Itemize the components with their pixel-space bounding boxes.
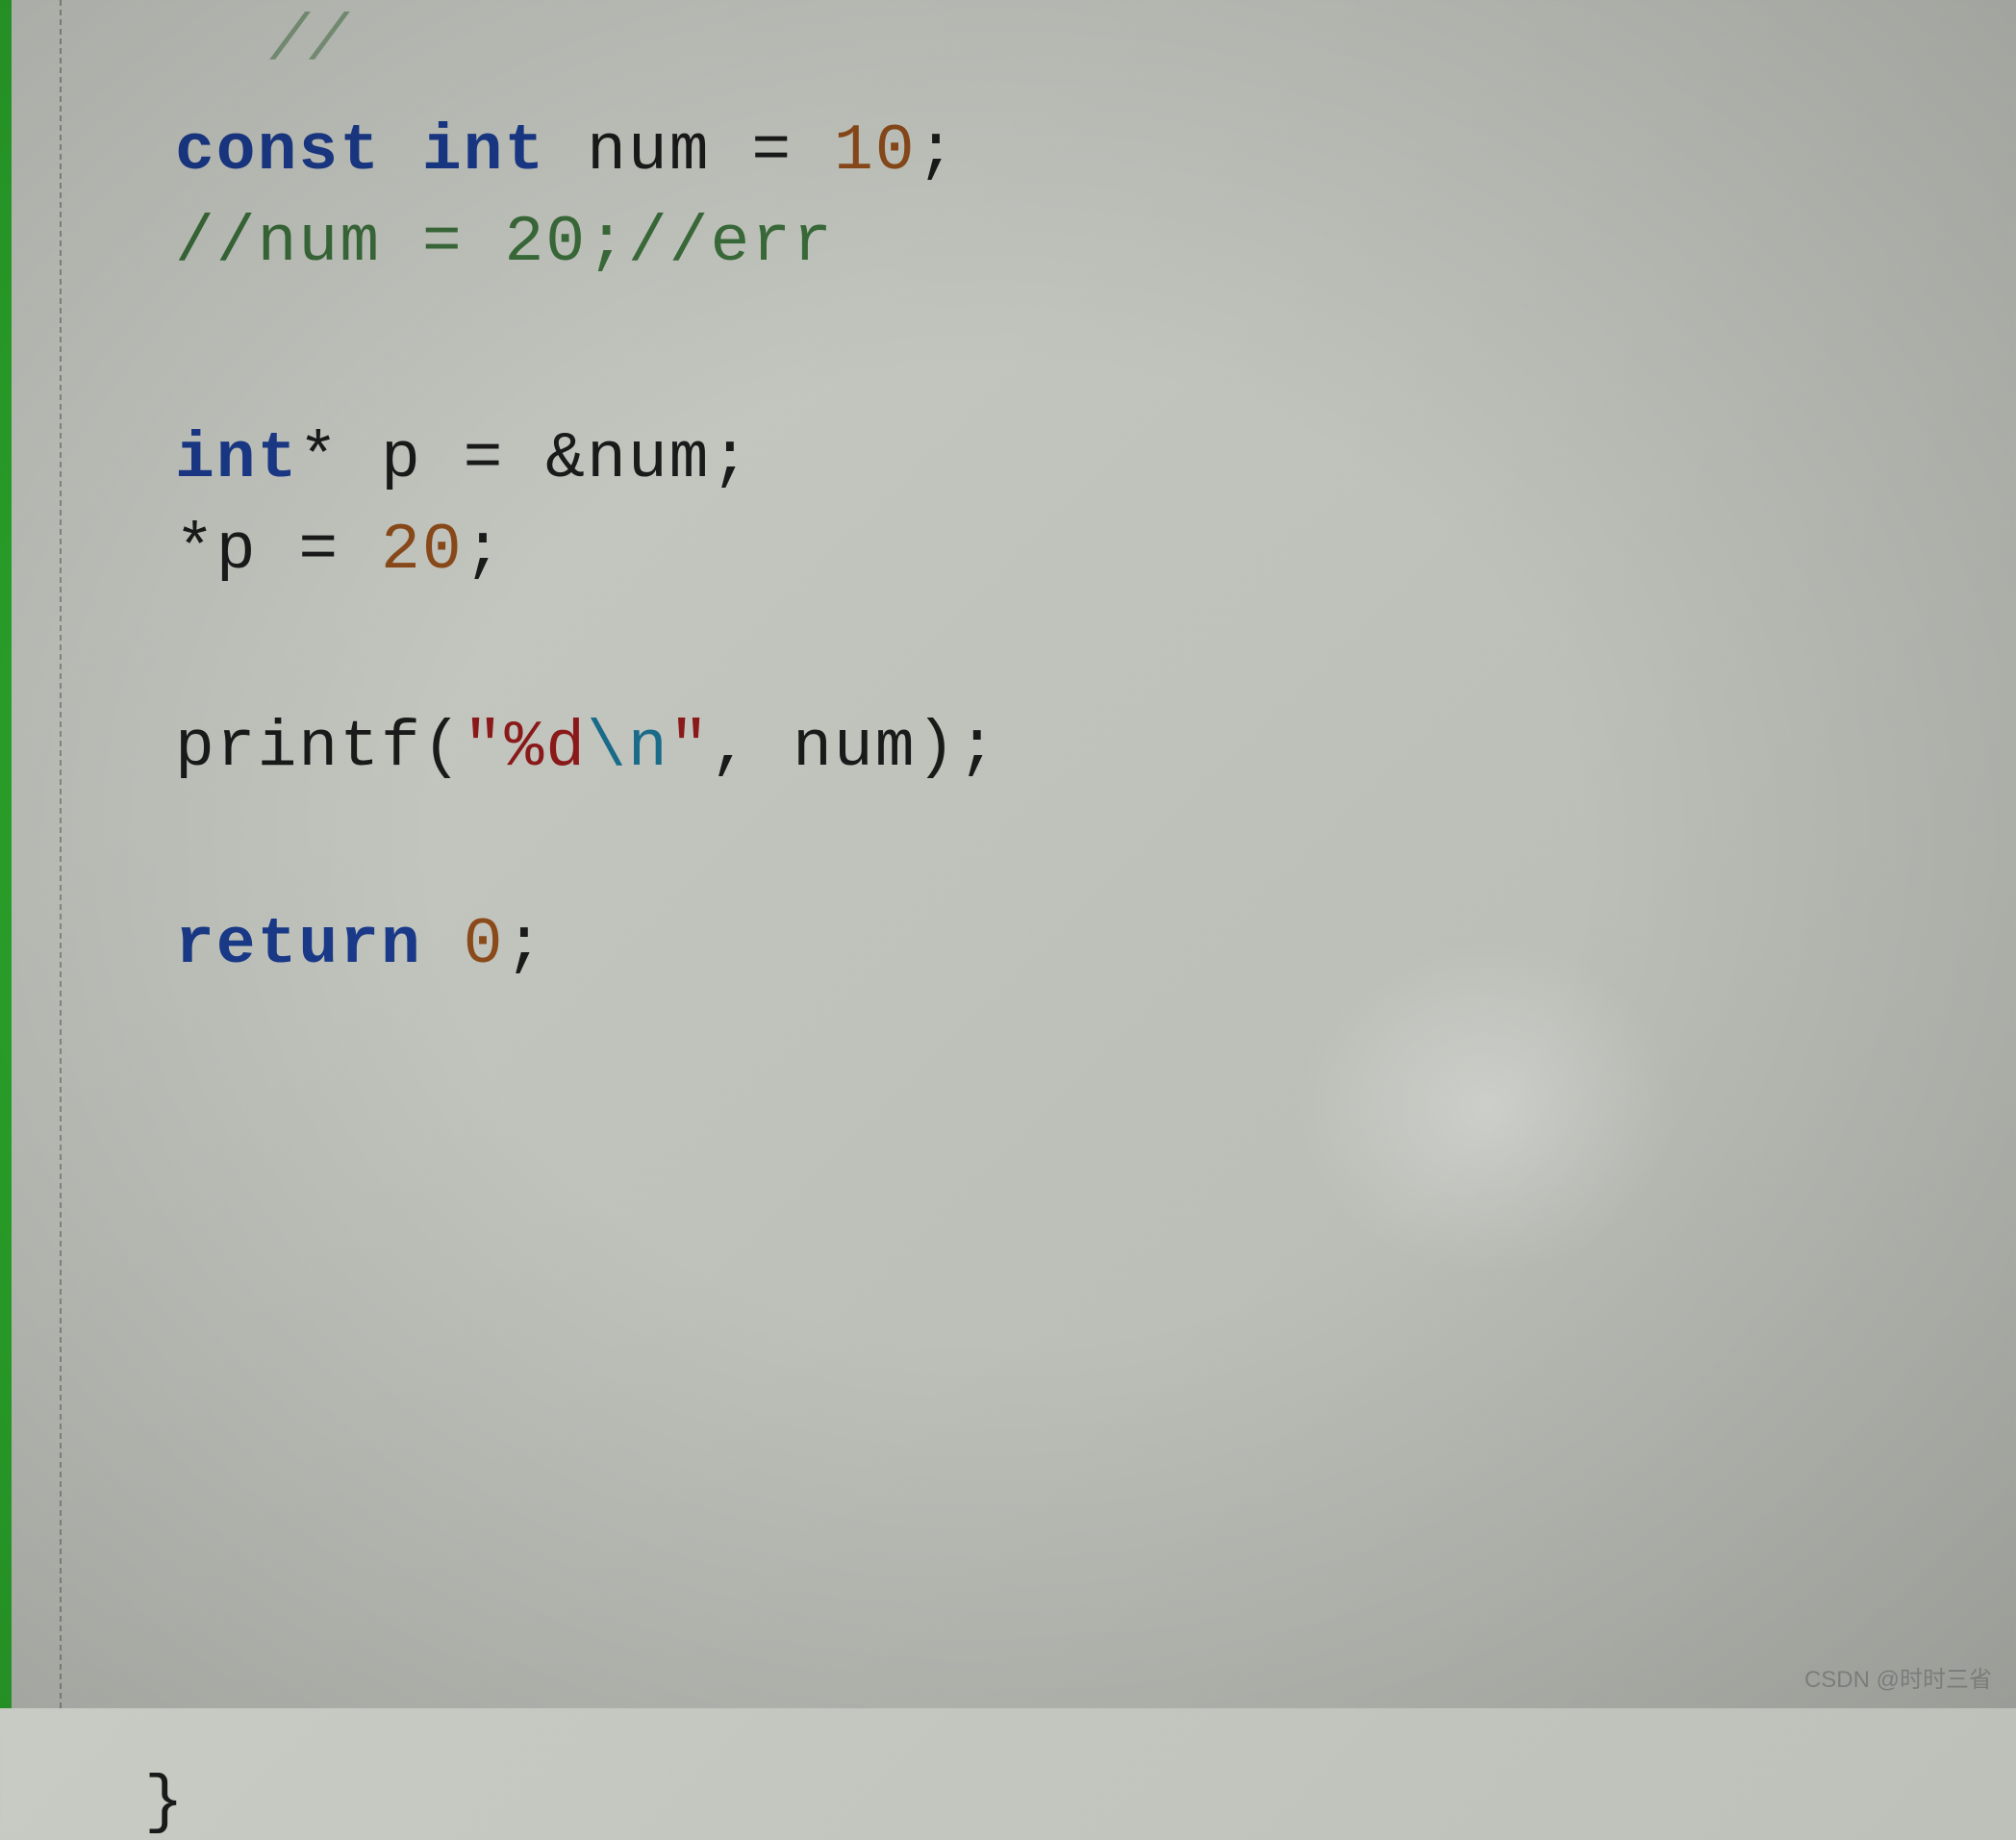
fold-margin [60, 0, 175, 1708]
blank-line [175, 289, 2016, 414]
number-literal: 20 [381, 505, 464, 596]
blank-line [175, 48, 2016, 106]
code-line-1[interactable]: const int num = 10; [175, 106, 2016, 197]
deref-assign: *p = [175, 505, 381, 596]
semicolon: ; [917, 106, 958, 197]
keyword-const: const [175, 106, 381, 197]
code-line-4[interactable]: *p = 20; [175, 505, 2016, 596]
code-editor: const int num = 10; //num = 20;//err int… [0, 0, 2016, 1708]
pointer-decl: * p = &num; [298, 414, 751, 505]
code-line-5[interactable]: printf("%d\n", num); [175, 702, 2016, 794]
code-line-3[interactable]: int* p = &num; [175, 414, 2016, 505]
string-literal: "%d [464, 702, 587, 794]
closing-brace[interactable]: } [144, 1766, 2016, 1840]
change-indicator-bar [0, 0, 12, 1708]
blank-line [175, 596, 2016, 702]
semicolon: ; [504, 899, 545, 991]
csdn-watermark: CSDN @时时三省 [1804, 1660, 1992, 1694]
comment-line: //num = 20;//err [175, 197, 834, 289]
semicolon: ; [464, 505, 505, 596]
code-line-6[interactable]: return 0; [175, 899, 2016, 991]
code-line-partial [175, 10, 2016, 48]
blank-line [175, 794, 2016, 899]
escape-sequence: \n [587, 702, 669, 794]
call-args: , num); [711, 702, 999, 794]
string-literal: " [669, 702, 711, 794]
space [545, 106, 587, 197]
space [381, 106, 422, 197]
screen-reflection [1295, 939, 1679, 1275]
keyword-int: int [175, 414, 298, 505]
space [422, 899, 464, 991]
partial-comment-top: // [269, 5, 348, 79]
code-line-2[interactable]: //num = 20;//err [175, 197, 2016, 289]
blank-line [175, 991, 2016, 1077]
code-content: const int num = 10; //num = 20;//err int… [175, 0, 2016, 1708]
keyword-int: int [422, 106, 545, 197]
number-literal: 10 [834, 106, 917, 197]
variable-decl: num = [587, 106, 834, 197]
printf-call: printf( [175, 702, 464, 794]
keyword-return: return [175, 899, 422, 991]
number-literal: 0 [464, 899, 505, 991]
